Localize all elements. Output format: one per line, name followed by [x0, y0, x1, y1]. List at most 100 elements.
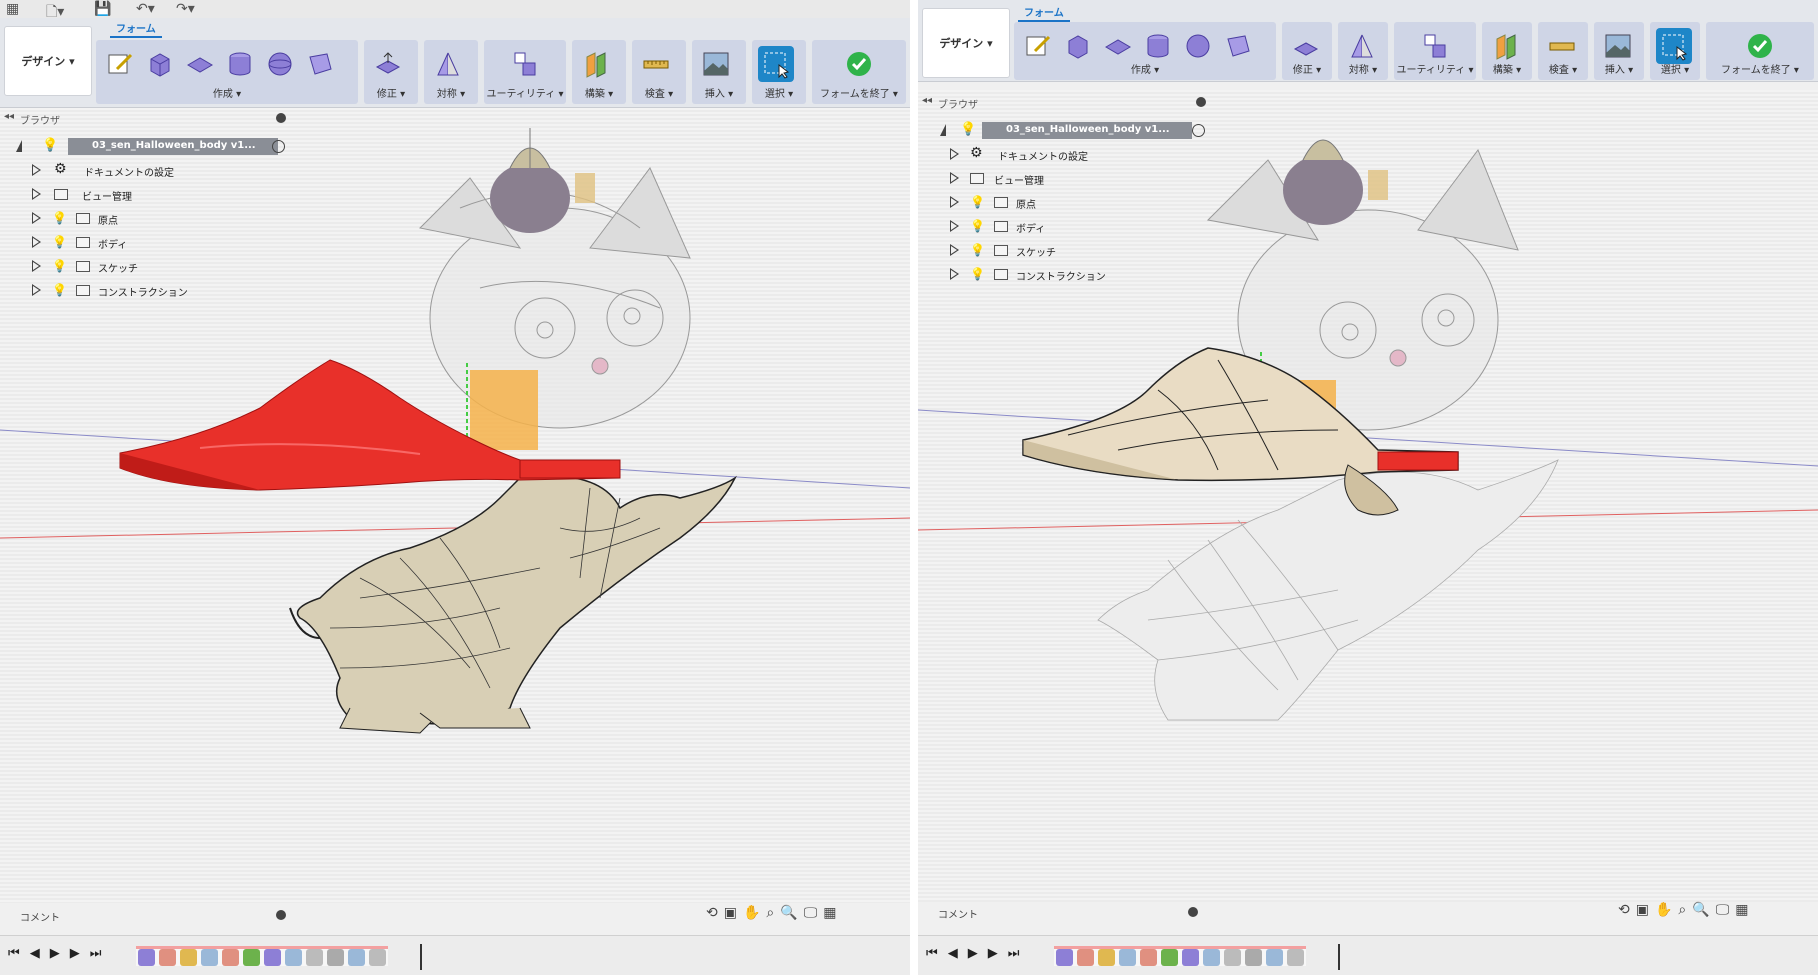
symmetry-icon[interactable] [1344, 28, 1380, 64]
model-canvas[interactable] [0, 108, 910, 903]
3d-viewport[interactable] [918, 90, 1818, 902]
step-back-icon[interactable]: ◀ [948, 946, 958, 961]
timeline-select-icon[interactable] [1266, 949, 1283, 966]
face-icon[interactable] [302, 46, 338, 82]
timeline-marker[interactable] [1338, 944, 1340, 970]
timeline-sketch-icon[interactable] [222, 949, 239, 966]
timeline-canvas-icon[interactable] [201, 949, 218, 966]
play-icon[interactable]: ▶ [50, 946, 60, 961]
timeline-edit-icon[interactable] [243, 949, 260, 966]
timeline-edit-icon[interactable] [1161, 949, 1178, 966]
orbit-icon[interactable]: ⟲ [1618, 902, 1630, 918]
group-symmetry[interactable]: 対称 ▾ [424, 40, 478, 104]
group-construct[interactable]: 構築 ▾ [1482, 22, 1532, 80]
grid-settings-icon[interactable]: ▦ [1735, 902, 1748, 918]
timeline-form-icon[interactable] [1056, 949, 1073, 966]
expand-icon[interactable] [32, 212, 41, 224]
cylinder-icon[interactable] [1140, 28, 1176, 64]
zoom-icon[interactable]: 🔍 [1692, 902, 1709, 918]
face-icon[interactable] [1220, 28, 1256, 64]
grid-settings-icon[interactable]: ▦ [823, 905, 836, 921]
orbit-icon[interactable]: ⟲ [706, 905, 718, 921]
grid-icon[interactable]: ▦ [6, 1, 19, 17]
timeline-move-icon[interactable] [369, 949, 386, 966]
step-forward-icon[interactable]: ▶ [988, 946, 998, 961]
undo-icon[interactable]: ↶▾ [136, 1, 155, 17]
lightbulb-icon[interactable]: 💡 [970, 195, 985, 209]
measure-icon[interactable] [1544, 28, 1580, 64]
step-forward-icon[interactable]: ▶ [70, 946, 80, 961]
lightbulb-icon[interactable]: 💡 [970, 267, 985, 281]
group-symmetry[interactable]: 対称 ▾ [1338, 22, 1388, 80]
expand-icon[interactable] [950, 196, 959, 208]
browser-options-icon[interactable] [276, 113, 286, 123]
add-comment-icon[interactable] [1188, 907, 1198, 917]
group-insert[interactable]: 挿入 ▾ [692, 40, 746, 104]
pan-icon[interactable]: ✋ [1655, 902, 1672, 918]
group-select[interactable]: 選択 ▾ [1650, 22, 1700, 80]
timeline-track[interactable] [136, 946, 388, 966]
expand-icon[interactable] [950, 172, 959, 184]
timeline-sketch-icon[interactable] [159, 949, 176, 966]
save-icon[interactable]: 💾 [94, 1, 111, 17]
group-utility[interactable]: ユーティリティ ▾ [1394, 22, 1476, 80]
expand-icon[interactable] [32, 236, 41, 248]
timeline-marker[interactable] [420, 944, 422, 970]
timeline-sketch-icon[interactable] [1077, 949, 1094, 966]
root-expand-icon[interactable] [16, 140, 22, 152]
timeline-edit-icon[interactable] [1098, 949, 1115, 966]
group-inspect[interactable]: 検査 ▾ [1538, 22, 1588, 80]
construct-icon[interactable] [578, 46, 614, 82]
timeline-canvas-icon[interactable] [1119, 949, 1136, 966]
utility-icon[interactable] [1417, 28, 1453, 64]
expand-icon[interactable] [32, 284, 41, 296]
lightbulb-icon[interactable]: 💡 [52, 259, 67, 273]
timeline-form-icon[interactable] [264, 949, 281, 966]
collapse-browser-icon[interactable]: ◂◂ [4, 111, 14, 122]
insert-image-icon[interactable] [698, 46, 734, 82]
3d-viewport[interactable] [0, 108, 910, 903]
browser-options-icon[interactable] [1196, 97, 1206, 107]
step-back-icon[interactable]: ◀ [30, 946, 40, 961]
group-select[interactable]: 選択 ▾ [752, 40, 806, 104]
edit-form-icon[interactable] [102, 46, 138, 82]
plane-icon[interactable] [1100, 28, 1136, 64]
lightbulb-icon[interactable]: 💡 [52, 283, 67, 297]
expand-icon[interactable] [32, 164, 41, 176]
lightbulb-icon[interactable]: 💡 [42, 138, 58, 153]
timeline-track[interactable] [1054, 946, 1306, 966]
lightbulb-icon[interactable]: 💡 [970, 243, 985, 257]
expand-icon[interactable] [950, 220, 959, 232]
look-at-icon[interactable]: ▣ [1636, 902, 1649, 918]
lightbulb-icon[interactable]: 💡 [52, 211, 67, 225]
activate-radio-icon[interactable] [272, 140, 285, 153]
redo-icon[interactable]: ↷▾ [176, 1, 195, 17]
skip-start-icon[interactable]: ⏮ [926, 946, 938, 961]
tree-root-item[interactable]: 💡 03_sen_Halloween_body v1... [10, 138, 300, 156]
modify-icon[interactable] [370, 46, 406, 82]
modify-icon[interactable] [1288, 28, 1324, 64]
expand-icon[interactable] [950, 244, 959, 256]
play-icon[interactable]: ▶ [968, 946, 978, 961]
lightbulb-icon[interactable]: 💡 [960, 122, 976, 137]
group-inspect[interactable]: 検査 ▾ [632, 40, 686, 104]
pan-icon[interactable]: ✋ [743, 905, 760, 921]
timeline-form-icon[interactable] [1182, 949, 1199, 966]
zoom-window-icon[interactable]: ⌕ [1678, 902, 1686, 918]
display-settings-icon[interactable]: 🖵 [1716, 902, 1730, 918]
timeline-move-icon[interactable] [1224, 949, 1241, 966]
group-create[interactable]: 作成 ▾ [96, 40, 358, 104]
cylinder-icon[interactable] [222, 46, 258, 82]
insert-image-icon[interactable] [1600, 28, 1636, 64]
timeline-select-icon[interactable] [348, 949, 365, 966]
finish-check-icon[interactable] [841, 46, 877, 82]
tab-form[interactable]: フォーム [110, 20, 162, 38]
tree-root-item[interactable]: 💡 03_sen_Halloween_body v1... [934, 122, 1224, 140]
add-comment-icon[interactable] [276, 910, 286, 920]
sphere-icon[interactable] [1180, 28, 1216, 64]
group-insert[interactable]: 挿入 ▾ [1594, 22, 1644, 80]
timeline-sketch-icon[interactable] [1140, 949, 1157, 966]
select-icon[interactable] [758, 46, 794, 82]
lightbulb-icon[interactable]: 💡 [52, 235, 67, 249]
model-canvas[interactable] [918, 90, 1818, 902]
